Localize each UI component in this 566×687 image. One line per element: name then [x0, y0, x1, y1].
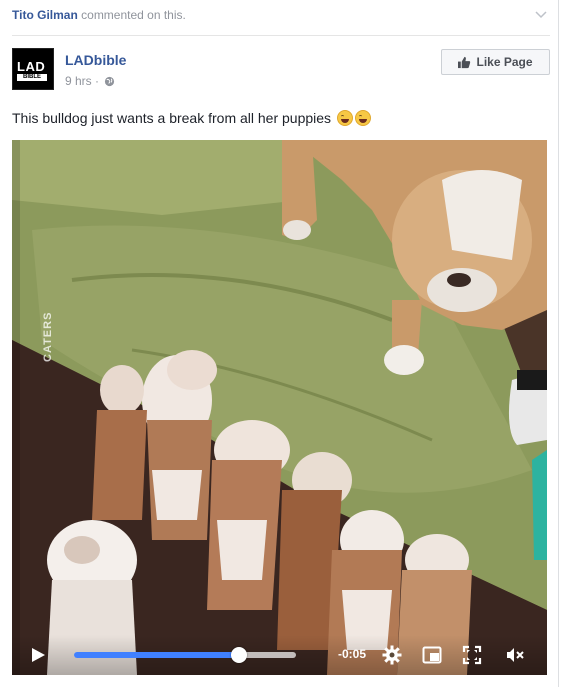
page-avatar[interactable]: LAD BIBLE — [12, 48, 54, 90]
video-frame — [12, 140, 547, 675]
like-page-button[interactable]: Like Page — [441, 49, 550, 75]
video-controls: -0:05 — [12, 635, 547, 675]
globe-icon[interactable] — [104, 76, 115, 87]
chevron-down-icon[interactable] — [534, 7, 548, 21]
progress-scrubber[interactable] — [231, 647, 248, 663]
progress-fill — [74, 652, 240, 658]
post-meta: 9 hrs · — [65, 74, 115, 88]
post-header: LAD BIBLE LADbible 9 hrs · Like Page — [12, 48, 550, 92]
fullscreen-icon[interactable] — [462, 645, 482, 665]
like-page-label: Like Page — [476, 55, 533, 69]
video-player[interactable]: CATERS -0:05 — [12, 140, 547, 675]
post-text: This bulldog just wants a break from all… — [12, 110, 332, 126]
video-progress-bar[interactable] — [74, 647, 296, 663]
meta-separator: · — [95, 74, 100, 88]
page-name-link[interactable]: LADbible — [65, 52, 126, 68]
actor-link[interactable]: Tito Gilman — [12, 8, 78, 22]
story-header: Tito Gilman commented on this. — [12, 0, 550, 36]
avatar-logo-text: LAD — [17, 59, 46, 74]
post-message: This bulldog just wants a break from all… — [12, 110, 371, 126]
laughing-emoji-icon — [336, 110, 353, 126]
story-line: Tito Gilman commented on this. — [12, 8, 186, 22]
thumbs-up-icon — [458, 56, 471, 68]
story-action: commented on this. — [81, 8, 186, 22]
settings-gear-icon[interactable] — [382, 645, 402, 665]
feed-story-card: Tito Gilman commented on this. LAD BIBLE… — [0, 0, 559, 687]
time-remaining: -0:05 — [338, 647, 367, 661]
laughing-emoji-icon — [354, 110, 371, 126]
play-icon[interactable] — [30, 647, 46, 663]
mute-icon[interactable] — [505, 645, 525, 665]
post-timestamp[interactable]: 9 hrs — [65, 74, 92, 88]
picture-in-picture-icon[interactable] — [422, 645, 442, 665]
avatar-logo-subtext: BIBLE — [17, 74, 47, 81]
video-watermark: CATERS — [42, 311, 54, 362]
